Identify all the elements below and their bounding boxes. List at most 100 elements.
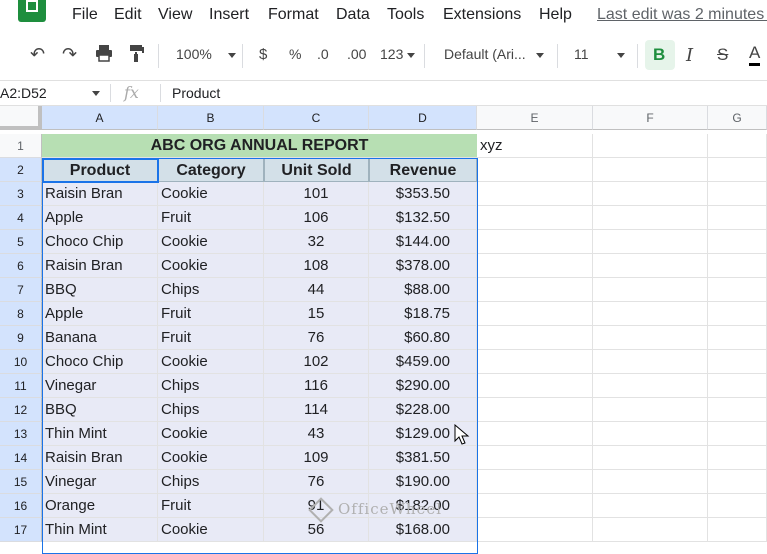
empty-cell[interactable] [477, 326, 593, 350]
font-select[interactable]: Default (Ari... [444, 46, 544, 62]
row-header-1[interactable]: 1 [0, 134, 42, 158]
empty-cell[interactable] [477, 398, 593, 422]
empty-cell[interactable] [477, 494, 593, 518]
cell-product[interactable]: Orange [42, 494, 158, 518]
cell-unit-sold[interactable]: 15 [264, 302, 369, 326]
menu-file[interactable]: File [72, 6, 98, 24]
cell-g1[interactable] [708, 134, 767, 158]
decrease-decimal-button[interactable]: .0 [317, 46, 329, 62]
empty-cell[interactable] [708, 374, 767, 398]
empty-cell[interactable] [593, 302, 708, 326]
row-header-3[interactable]: 3 [0, 182, 42, 206]
header-product[interactable]: Product [42, 158, 158, 182]
empty-cell[interactable] [477, 470, 593, 494]
empty-cell[interactable] [708, 302, 767, 326]
empty-cell[interactable] [477, 446, 593, 470]
cell-unit-sold[interactable]: 56 [264, 518, 369, 542]
cell-revenue[interactable]: $290.00 [369, 374, 477, 398]
cell-unit-sold[interactable]: 43 [264, 422, 369, 446]
row-header-11[interactable]: 11 [0, 374, 42, 398]
row-header-13[interactable]: 13 [0, 422, 42, 446]
empty-cell[interactable] [708, 158, 767, 182]
cell-revenue[interactable]: $459.00 [369, 350, 477, 374]
empty-cell[interactable] [477, 230, 593, 254]
row-header-12[interactable]: 12 [0, 398, 42, 422]
cell-revenue[interactable]: $353.50 [369, 182, 477, 206]
cell-category[interactable]: Fruit [158, 326, 264, 350]
cell-product[interactable]: Apple [42, 302, 158, 326]
empty-cell[interactable] [477, 182, 593, 206]
cell-unit-sold[interactable]: 76 [264, 470, 369, 494]
cell-category[interactable]: Chips [158, 398, 264, 422]
cell-unit-sold[interactable]: 114 [264, 398, 369, 422]
cell-product[interactable]: Apple [42, 206, 158, 230]
cell-revenue[interactable]: $378.00 [369, 254, 477, 278]
column-header-b[interactable]: B [158, 106, 264, 130]
empty-cell[interactable] [593, 278, 708, 302]
cell-category[interactable]: Fruit [158, 494, 264, 518]
cell-product[interactable]: Thin Mint [42, 518, 158, 542]
strikethrough-button[interactable]: S [717, 45, 728, 65]
cell-category[interactable]: Cookie [158, 422, 264, 446]
empty-cell[interactable] [708, 350, 767, 374]
cell-category[interactable]: Fruit [158, 206, 264, 230]
undo-icon[interactable]: ↶ [30, 44, 45, 65]
column-header-d[interactable]: D [369, 106, 477, 130]
header-revenue[interactable]: Revenue [369, 158, 477, 182]
empty-cell[interactable] [593, 254, 708, 278]
row-header-7[interactable]: 7 [0, 278, 42, 302]
cell-category[interactable]: Fruit [158, 302, 264, 326]
cell-product[interactable]: BBQ [42, 278, 158, 302]
cell-unit-sold[interactable]: 116 [264, 374, 369, 398]
cell-category[interactable]: Cookie [158, 254, 264, 278]
cell-revenue[interactable]: $60.80 [369, 326, 477, 350]
empty-cell[interactable] [593, 518, 708, 542]
empty-cell[interactable] [477, 422, 593, 446]
formula-input[interactable]: Product [172, 81, 220, 105]
empty-cell[interactable] [593, 206, 708, 230]
cell-product[interactable]: Vinegar [42, 374, 158, 398]
cell-product[interactable]: Choco Chip [42, 230, 158, 254]
select-all-corner[interactable] [0, 106, 42, 130]
empty-cell[interactable] [477, 158, 593, 182]
empty-cell[interactable] [708, 470, 767, 494]
cell-f1[interactable] [593, 134, 708, 158]
empty-cell[interactable] [477, 278, 593, 302]
cell-product[interactable]: Choco Chip [42, 350, 158, 374]
cell-revenue[interactable]: $18.75 [369, 302, 477, 326]
empty-cell[interactable] [708, 446, 767, 470]
cell-revenue[interactable]: $190.00 [369, 470, 477, 494]
cell-category[interactable]: Chips [158, 470, 264, 494]
row-header-16[interactable]: 16 [0, 494, 42, 518]
cell-product[interactable]: Vinegar [42, 470, 158, 494]
text-color-button[interactable]: A [749, 43, 761, 66]
empty-cell[interactable] [593, 398, 708, 422]
zoom-select[interactable]: 100% [176, 46, 236, 62]
row-header-5[interactable]: 5 [0, 230, 42, 254]
menu-edit[interactable]: Edit [114, 6, 142, 24]
row-header-14[interactable]: 14 [0, 446, 42, 470]
row-header-6[interactable]: 6 [0, 254, 42, 278]
currency-format-button[interactable]: $ [259, 46, 267, 63]
cell-e1[interactable]: xyz [477, 134, 593, 158]
cell-unit-sold[interactable]: 109 [264, 446, 369, 470]
more-formats-select[interactable]: 123 [380, 46, 416, 62]
cell-revenue[interactable]: $381.50 [369, 446, 477, 470]
column-header-e[interactable]: E [477, 106, 593, 130]
empty-cell[interactable] [708, 518, 767, 542]
cell-unit-sold[interactable]: 32 [264, 230, 369, 254]
empty-cell[interactable] [477, 302, 593, 326]
menu-data[interactable]: Data [336, 6, 370, 24]
empty-cell[interactable] [477, 206, 593, 230]
cell-product[interactable]: Raisin Bran [42, 182, 158, 206]
empty-cell[interactable] [708, 326, 767, 350]
column-header-g[interactable]: G [708, 106, 767, 130]
cell-product[interactable]: Banana [42, 326, 158, 350]
empty-cell[interactable] [708, 254, 767, 278]
cell-category[interactable]: Cookie [158, 446, 264, 470]
menu-format[interactable]: Format [268, 6, 319, 24]
cell-revenue[interactable]: $144.00 [369, 230, 477, 254]
cell-revenue[interactable]: $132.50 [369, 206, 477, 230]
empty-cell[interactable] [708, 398, 767, 422]
empty-cell[interactable] [477, 350, 593, 374]
